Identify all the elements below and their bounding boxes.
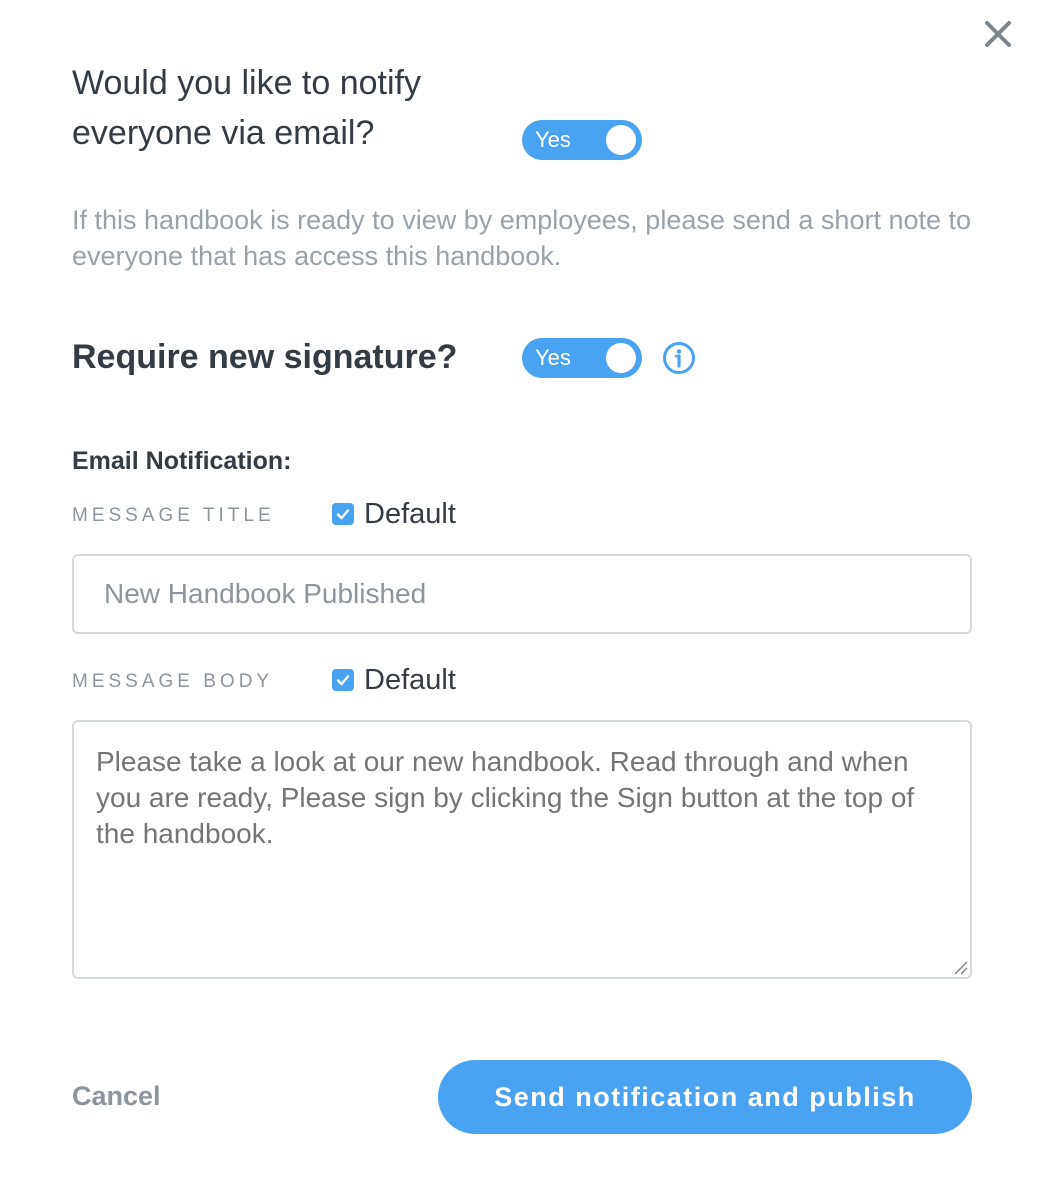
close-icon[interactable] <box>982 18 1014 50</box>
notify-toggle-label: Yes <box>535 127 571 152</box>
message-body-default-checkbox[interactable]: Default <box>332 662 456 698</box>
message-title-default-label: Default <box>364 497 456 530</box>
message-title-label: MESSAGE TITLE <box>72 505 275 526</box>
checkbox-checked-icon <box>332 669 354 691</box>
signature-question: Require new signature? <box>72 338 458 376</box>
notify-question: Would you like to notify everyone via em… <box>72 64 421 152</box>
info-icon[interactable] <box>662 341 696 375</box>
message-body-textarea[interactable] <box>72 720 972 979</box>
notify-description: If this handbook is ready to view by emp… <box>72 205 972 271</box>
resize-handle-icon[interactable] <box>952 959 968 975</box>
message-title-default-checkbox[interactable]: Default <box>332 496 456 532</box>
message-body-label: MESSAGE BODY <box>72 671 274 692</box>
checkbox-checked-icon <box>332 503 354 525</box>
notify-toggle-knob <box>606 125 636 155</box>
signature-toggle-knob <box>606 343 636 373</box>
email-notification-heading: Email Notification: <box>72 447 292 475</box>
signature-toggle[interactable]: Yes <box>522 338 642 378</box>
message-body-default-label: Default <box>364 663 456 696</box>
message-title-input[interactable] <box>72 554 972 634</box>
notify-toggle[interactable]: Yes <box>522 120 642 160</box>
send-notification-and-publish-button[interactable]: Send notification and publish <box>438 1060 972 1134</box>
signature-toggle-label: Yes <box>535 345 571 370</box>
cancel-button[interactable]: Cancel <box>72 1078 161 1114</box>
